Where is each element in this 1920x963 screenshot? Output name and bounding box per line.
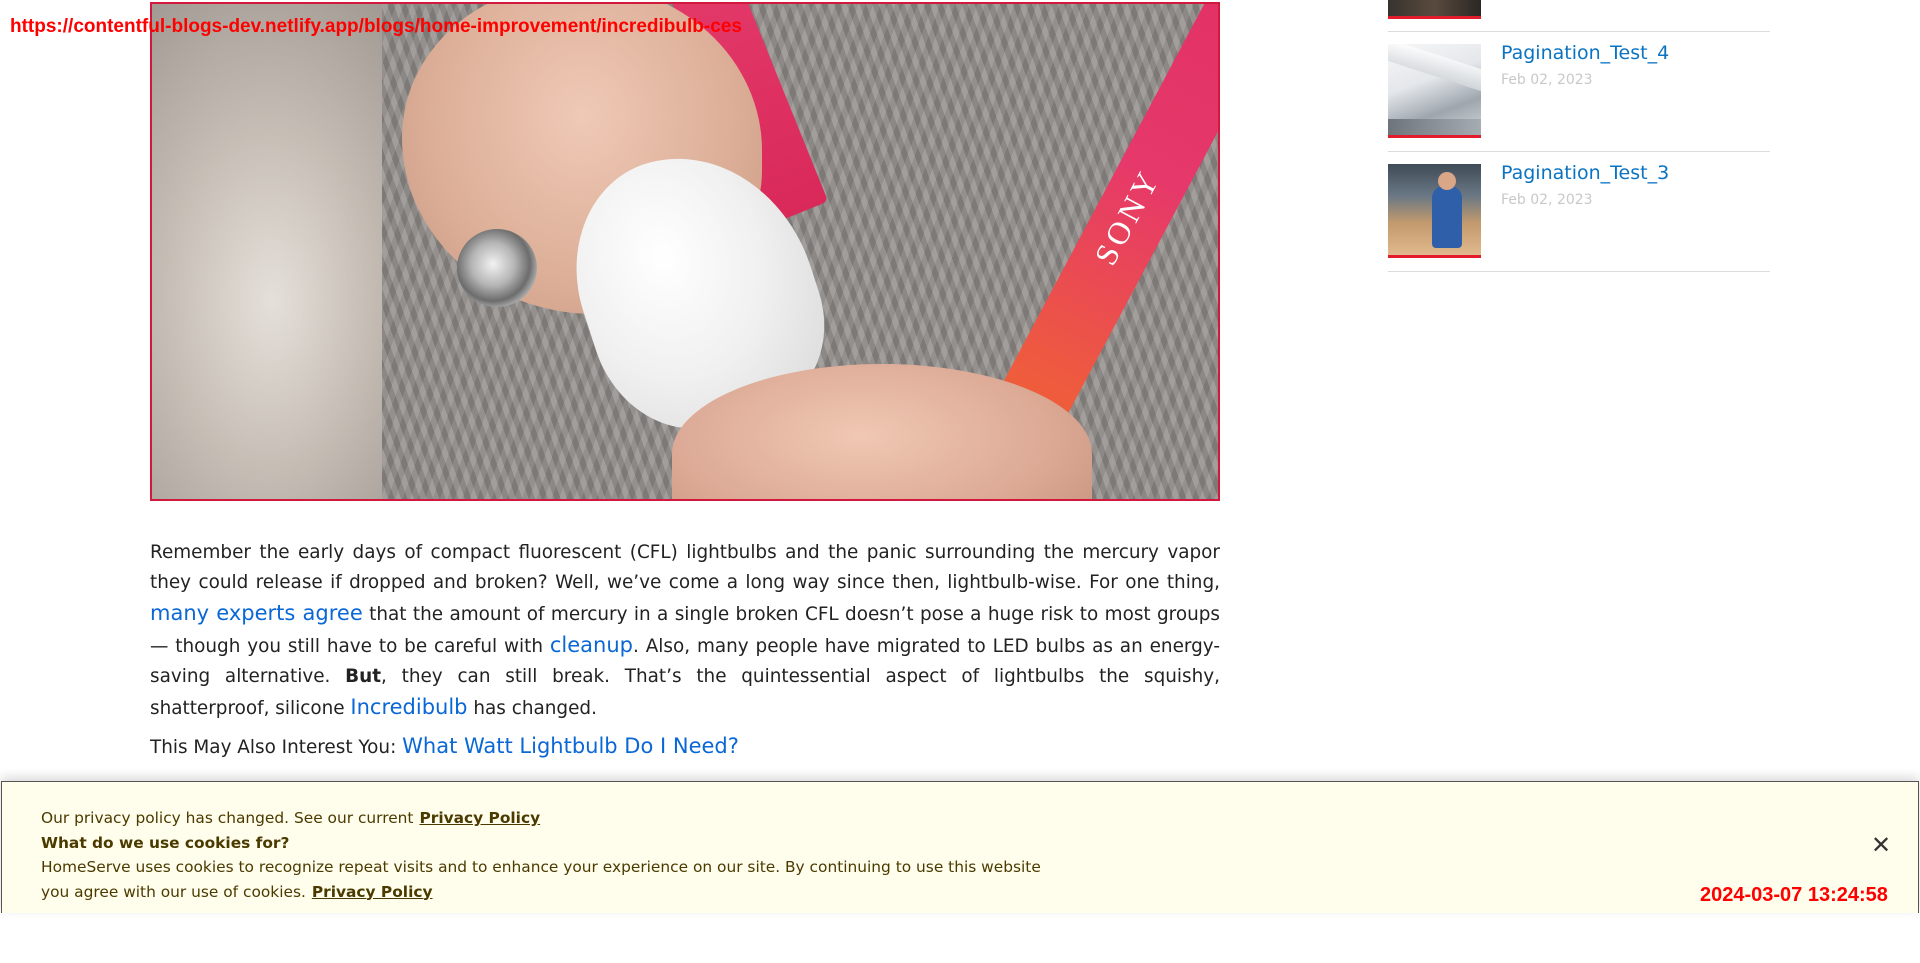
link-what-watt-lightbulb[interactable]: What Watt Lightbulb Do I Need? — [402, 734, 739, 758]
cookie-policy-text: Our privacy policy has changed. See our … — [41, 809, 414, 827]
link-many-experts-agree[interactable]: many experts agree — [150, 601, 363, 625]
sidebar-post-thumbnail[interactable] — [1388, 164, 1481, 258]
article-paragraph: Remember the early days of compact fluor… — [150, 538, 1220, 724]
cookie-message: Our privacy policy has changed. See our … — [41, 806, 1041, 904]
hero-ring — [457, 229, 537, 307]
article-text: has changed. — [467, 698, 597, 719]
also-interest: This May Also Interest You: What Watt Li… — [150, 731, 1220, 763]
article-text: Remember the early days of compact fluor… — [150, 542, 1220, 593]
also-interest-label: This May Also Interest You: — [150, 737, 403, 758]
sidebar-post-date: Feb 02, 2023 — [1501, 72, 1593, 88]
sidebar-post-thumbnail[interactable] — [1388, 44, 1481, 138]
cookie-question: What do we use cookies for? — [41, 833, 290, 852]
sidebar-post[interactable]: Pagination_Test_3 Feb 02, 2023 — [1388, 152, 1770, 272]
sidebar-post-date: Feb 02, 2023 — [1501, 192, 1593, 208]
sidebar-post-thumbnail[interactable] — [1388, 0, 1481, 19]
cookie-banner: Our privacy policy has changed. See our … — [1, 781, 1919, 913]
sidebar-post-title[interactable]: Pagination_Test_3 — [1501, 162, 1669, 184]
sidebar-post-title[interactable]: Pagination_Test_4 — [1501, 42, 1669, 64]
hero-image: SONY — [150, 2, 1220, 501]
article-text-but: But — [345, 666, 382, 687]
close-icon[interactable]: ✕ — [1868, 832, 1894, 858]
link-incredibulb[interactable]: Incredibulb — [350, 695, 467, 719]
url-overlay: https://contentful-blogs-dev.netlify.app… — [10, 16, 742, 37]
cookie-description: HomeServe uses cookies to recognize repe… — [41, 858, 1041, 901]
privacy-policy-link-2[interactable]: Privacy Policy — [312, 883, 433, 901]
cookie-policy-line: Our privacy policy has changed. See our … — [41, 806, 1041, 831]
link-cleanup[interactable]: cleanup — [550, 633, 633, 657]
cookie-body-text: HomeServe uses cookies to recognize repe… — [41, 855, 1041, 904]
sidebar-post[interactable]: Pagination_Test_4 Feb 02, 2023 — [1388, 32, 1770, 152]
sidebar-post-top-partial[interactable] — [1388, 0, 1770, 32]
privacy-policy-link[interactable]: Privacy Policy — [419, 809, 540, 827]
timestamp-overlay: 2024-03-07 13:24:58 — [1700, 884, 1888, 906]
